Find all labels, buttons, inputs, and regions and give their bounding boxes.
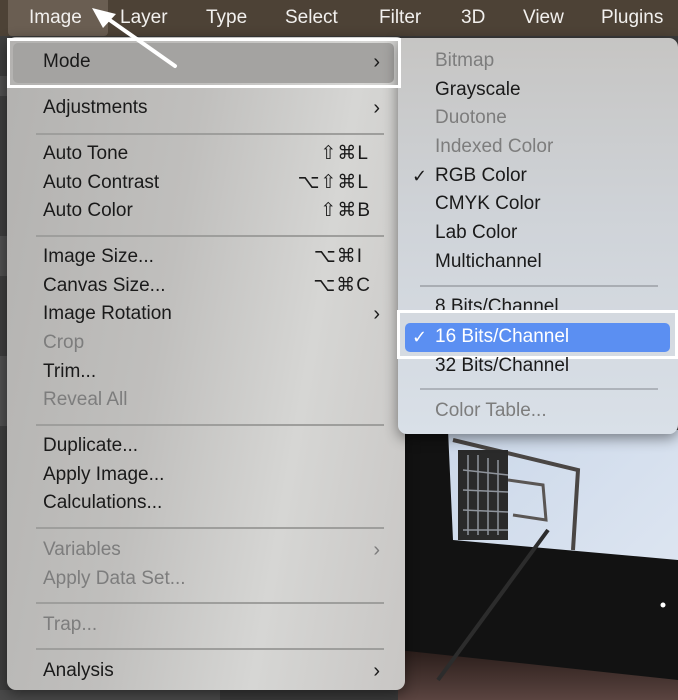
menu-item-auto-contrast[interactable]: Auto Contrast ⌥⇧⌘L <box>43 169 369 197</box>
menu-item-label: Image Size... <box>43 246 154 267</box>
menu-item-label: Duotone <box>435 107 507 128</box>
chevron-right-icon: › <box>373 303 380 325</box>
menu-item-label: RGB Color <box>435 165 527 186</box>
menu-item-label: Variables <box>43 539 121 560</box>
chevron-right-icon: › <box>373 97 380 119</box>
menu-item-label: Image Rotation <box>43 303 172 324</box>
menu-item-label: Duplicate... <box>43 435 139 456</box>
menu-item-label: 32 Bits/Channel <box>435 355 570 376</box>
checkmark-icon: ✓ <box>412 166 428 186</box>
menu-item-image-size[interactable]: Image Size... ⌥⌘I <box>43 243 363 271</box>
menu-separator <box>420 388 658 390</box>
annotation-arrow-icon <box>92 8 177 68</box>
menu-item-calculations[interactable]: Calculations... <box>43 489 380 517</box>
shortcut-text: ⌥⌘C <box>313 275 371 296</box>
menu-item-label: Grayscale <box>435 79 521 100</box>
shortcut-text: ⇧⌘B <box>320 200 371 221</box>
shortcut-text: ⇧⌘L <box>320 143 369 164</box>
menu-separator <box>420 285 658 287</box>
menu-item-trap[interactable]: Trap... <box>43 611 380 639</box>
menu-item-duplicate[interactable]: Duplicate... <box>43 432 380 460</box>
menu-separator <box>36 424 384 426</box>
panel-background <box>0 690 220 700</box>
menu-separator <box>36 235 384 237</box>
menu-item-label: Color Table... <box>435 400 547 421</box>
submenu-item-duotone[interactable]: Duotone <box>435 104 665 132</box>
menu-item-label: Indexed Color <box>435 136 554 157</box>
menu-item-image-rotation[interactable]: Image Rotation › <box>43 300 380 328</box>
checkmark-icon: ✓ <box>412 327 428 347</box>
shortcut-text: ⌥⇧⌘L <box>297 172 369 193</box>
submenu-item-cmyk-color[interactable]: CMYK Color <box>435 190 665 218</box>
menu-item-label: Apply Data Set... <box>43 568 186 589</box>
submenu-item-rgb-color[interactable]: RGB Color <box>435 162 665 190</box>
menu-item-label: Multichannel <box>435 251 542 272</box>
menu-item-reveal-all[interactable]: Reveal All <box>43 386 380 414</box>
shortcut-text: ⌥⌘I <box>313 246 363 267</box>
menu-separator <box>36 133 384 135</box>
chevron-right-icon: › <box>373 539 380 561</box>
menu-item-label: Auto Tone <box>43 143 129 164</box>
submenu-item-16-bits[interactable]: 16 Bits/Channel <box>435 323 665 351</box>
menu-item-label: Adjustments <box>43 97 148 118</box>
submenu-item-lab-color[interactable]: Lab Color <box>435 219 665 247</box>
menu-item-label: Auto Color <box>43 200 133 221</box>
menu-item-label: Apply Image... <box>43 464 165 485</box>
submenu-item-32-bits[interactable]: 32 Bits/Channel <box>435 352 665 380</box>
submenu-item-indexed-color[interactable]: Indexed Color <box>435 133 665 161</box>
menu-item-auto-color[interactable]: Auto Color ⇧⌘B <box>43 197 371 225</box>
menu-item-label: Reveal All <box>43 389 128 410</box>
menu-item-label: Auto Contrast <box>43 172 160 193</box>
menu-separator <box>36 602 384 604</box>
menu-item-apply-data-set[interactable]: Apply Data Set... <box>43 565 380 593</box>
canvas-photo <box>398 430 678 700</box>
submenu-item-grayscale[interactable]: Grayscale <box>435 76 665 104</box>
menu-item-label: Calculations... <box>43 492 163 513</box>
chevron-right-icon: › <box>373 660 380 682</box>
menu-item-label: Trim... <box>43 361 97 382</box>
menu-item-adjustments[interactable]: Adjustments › <box>43 94 380 122</box>
menu-item-apply-image[interactable]: Apply Image... <box>43 461 380 489</box>
menu-item-canvas-size[interactable]: Canvas Size... ⌥⌘C <box>43 272 371 300</box>
submenu-item-color-table[interactable]: Color Table... <box>435 397 665 425</box>
menu-item-label: Lab Color <box>435 222 518 243</box>
menu-item-label: Canvas Size... <box>43 275 166 296</box>
menu-item-label: CMYK Color <box>435 193 541 214</box>
photo-image <box>398 430 678 700</box>
menu-item-label: 16 Bits/Channel <box>435 326 570 347</box>
menu-item-trim[interactable]: Trim... <box>43 358 380 386</box>
menu-item-variables[interactable]: Variables › <box>43 536 380 564</box>
menu-item-label: Analysis <box>43 660 114 681</box>
menu-item-label: Trap... <box>43 614 98 635</box>
menu-item-label: Crop <box>43 332 85 353</box>
menu-item-analysis[interactable]: Analysis › <box>43 657 380 685</box>
menu-separator <box>36 648 384 650</box>
menu-item-auto-tone[interactable]: Auto Tone ⇧⌘L <box>43 140 369 168</box>
submenu-item-multichannel[interactable]: Multichannel <box>435 248 665 276</box>
menu-item-crop[interactable]: Crop <box>43 329 380 357</box>
menu-separator <box>36 527 384 529</box>
